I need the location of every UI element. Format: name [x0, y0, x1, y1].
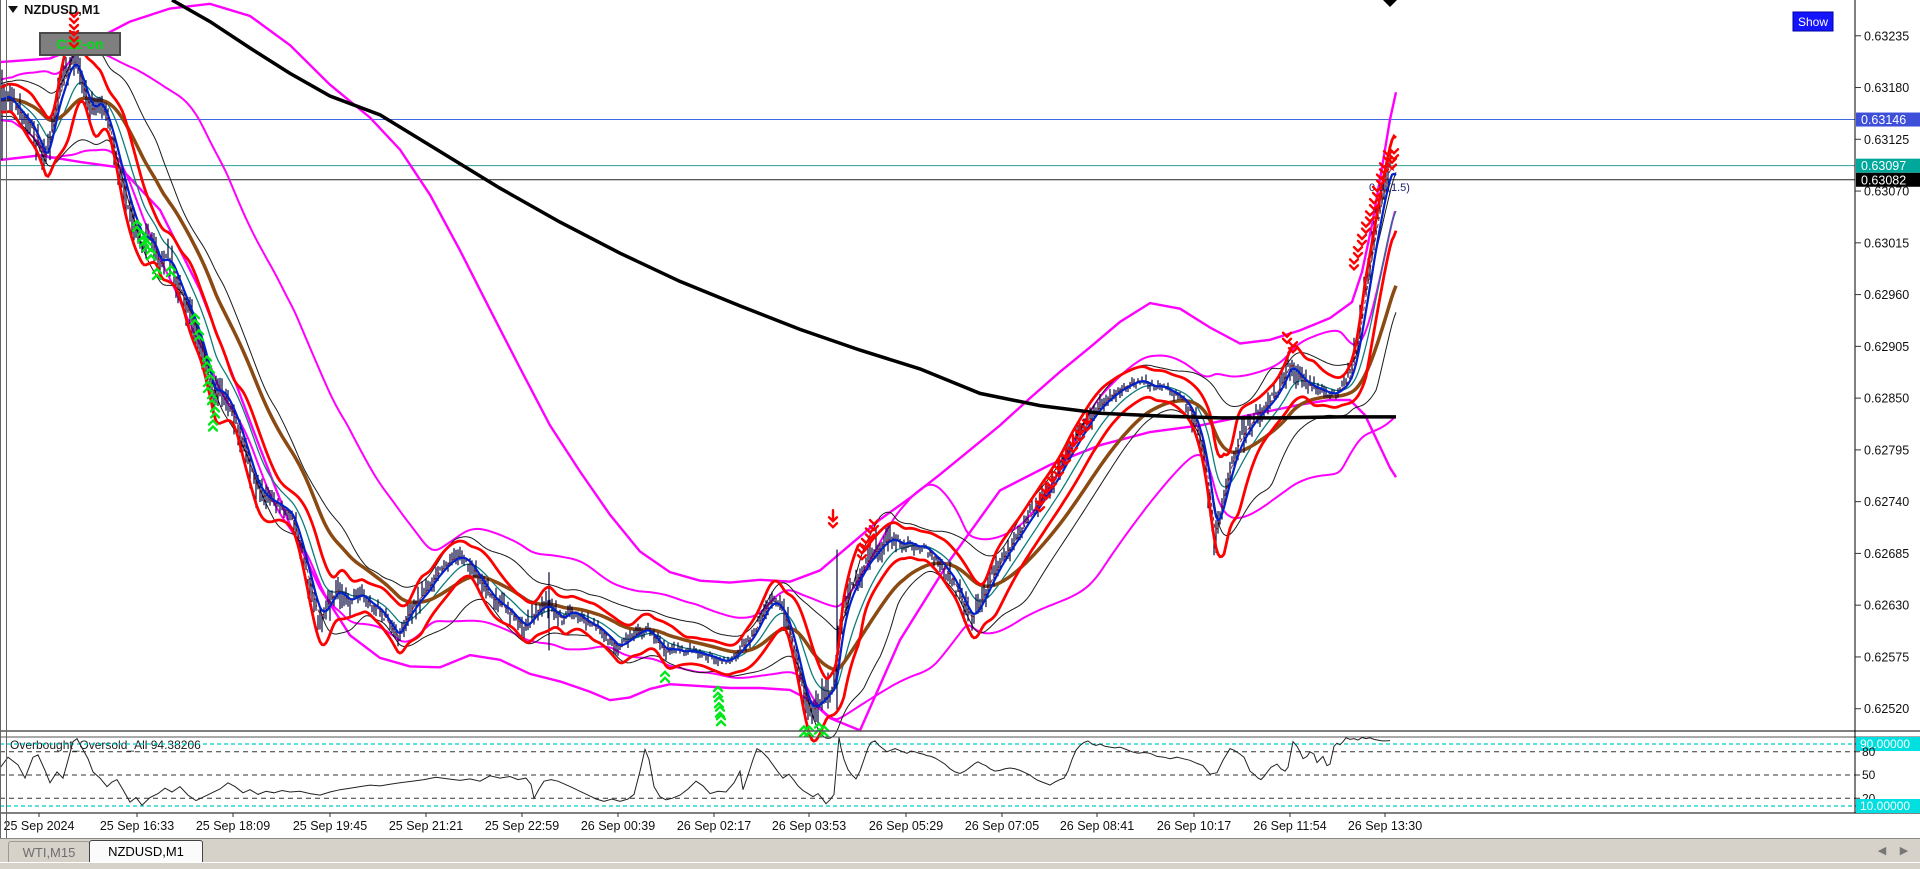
- time-axis-label: 26 Sep 07:05: [965, 819, 1039, 833]
- indicator-badge-label: C12-on: [56, 36, 103, 52]
- buy-arrow-icon: [207, 418, 219, 432]
- price-scale-tick: 0.63015: [1864, 236, 1909, 250]
- buy-arrow-icon: [712, 685, 724, 699]
- price-scale-tick: 0.62960: [1864, 288, 1909, 302]
- buy-arrow-icon: [713, 695, 725, 709]
- time-axis-label: 25 Sep 18:09: [196, 819, 270, 833]
- price-scale-tick: 0.62740: [1864, 495, 1909, 509]
- price-scale-tick: 0.62520: [1864, 702, 1909, 716]
- sell-arrow-icon: [68, 23, 80, 37]
- indicator-badge[interactable]: C12-on: [39, 32, 121, 56]
- symbol-label-text: NZDUSD,M1: [24, 2, 100, 17]
- time-axis-label: 26 Sep 10:17: [1157, 819, 1231, 833]
- oscillator-title: Overbought_Oversold_All 94.38206: [10, 738, 201, 752]
- sell-arrow-icon: [868, 518, 880, 532]
- price-scale-tick: 0.62575: [1864, 650, 1909, 664]
- show-button[interactable]: Show: [1792, 11, 1834, 32]
- price-scale-tick: 0.62850: [1864, 392, 1909, 406]
- price-scale-tick: 0.63235: [1864, 29, 1909, 43]
- time-axis-label: 26 Sep 13:30: [1348, 819, 1422, 833]
- tab-wti-m15-label: WTI,M15: [22, 845, 76, 860]
- sell-arrow-icon: [827, 509, 839, 529]
- price-scale-tick: 0.62685: [1864, 547, 1909, 561]
- sell-arrow-icon: [1348, 258, 1360, 272]
- oscillator-level-label: 10.00000: [1860, 799, 1910, 813]
- price-scale-tick: 0.62905: [1864, 340, 1909, 354]
- price-label: 0.63097: [1861, 159, 1906, 173]
- price-scale-tick: 0.62630: [1864, 599, 1909, 613]
- time-axis-label: 25 Sep 22:59: [485, 819, 559, 833]
- top-marker-icon: [1383, 0, 1397, 7]
- price-label: 0.63082: [1861, 173, 1906, 187]
- chart-canvas: C12-on 0.8 (1.5) Overbought_Oversold_All…: [0, 0, 1920, 838]
- symbol-label: NZDUSD,M1: [8, 2, 100, 17]
- price-scale-tick: 0.63125: [1864, 133, 1909, 147]
- time-axis-label: 26 Sep 00:39: [581, 819, 655, 833]
- time-axis-label: 25 Sep 16:33: [100, 819, 174, 833]
- time-axis-label: 25 Sep 19:45: [293, 819, 367, 833]
- oscillator-level-label: 50: [1862, 768, 1876, 782]
- buy-arrow-icon: [715, 713, 727, 727]
- chevron-down-icon[interactable]: [8, 6, 18, 13]
- tab-scroll-right-icon[interactable]: ▶: [1897, 844, 1911, 858]
- oscillator-level-label: 80: [1862, 745, 1876, 759]
- status-bar: [0, 862, 1920, 869]
- tab-wti-m15[interactable]: WTI,M15: [8, 841, 90, 863]
- price-scale-tick: 0.63180: [1864, 81, 1909, 95]
- chart-tab-bar: WTI,M15 NZDUSD,M1 ◀ ▶: [0, 838, 1920, 863]
- tab-nzdusd-m1[interactable]: NZDUSD,M1: [89, 840, 203, 863]
- time-axis-label: 25 Sep 21:21: [389, 819, 463, 833]
- price-label: 0.63146: [1861, 113, 1906, 127]
- time-axis-label: 26 Sep 05:29: [869, 819, 943, 833]
- time-axis-label: 26 Sep 08:41: [1060, 819, 1134, 833]
- tab-nzdusd-m1-label: NZDUSD,M1: [108, 844, 184, 859]
- sell-arrow-icon: [1386, 157, 1398, 171]
- sell-arrow-icon: [1360, 221, 1372, 235]
- time-axis-label: 26 Sep 03:53: [772, 819, 846, 833]
- sell-arrow-icon: [1356, 233, 1368, 247]
- price-scale-tick: 0.62795: [1864, 443, 1909, 457]
- sell-arrow-icon: [1388, 148, 1400, 161]
- sell-arrow-icon: [856, 548, 868, 561]
- show-button-label: Show: [1798, 15, 1828, 29]
- buy-arrow-icon: [659, 670, 671, 684]
- time-axis-label: 26 Sep 11:54: [1253, 819, 1326, 833]
- tab-scroll-left-icon[interactable]: ◀: [1875, 844, 1889, 858]
- time-axis-label: 25 Sep 2024: [4, 819, 75, 833]
- chart-window: C12-on 0.8 (1.5) Overbought_Oversold_All…: [0, 0, 1920, 869]
- time-axis-label: 26 Sep 02:17: [677, 819, 751, 833]
- sell-arrow-icon: [1352, 245, 1364, 259]
